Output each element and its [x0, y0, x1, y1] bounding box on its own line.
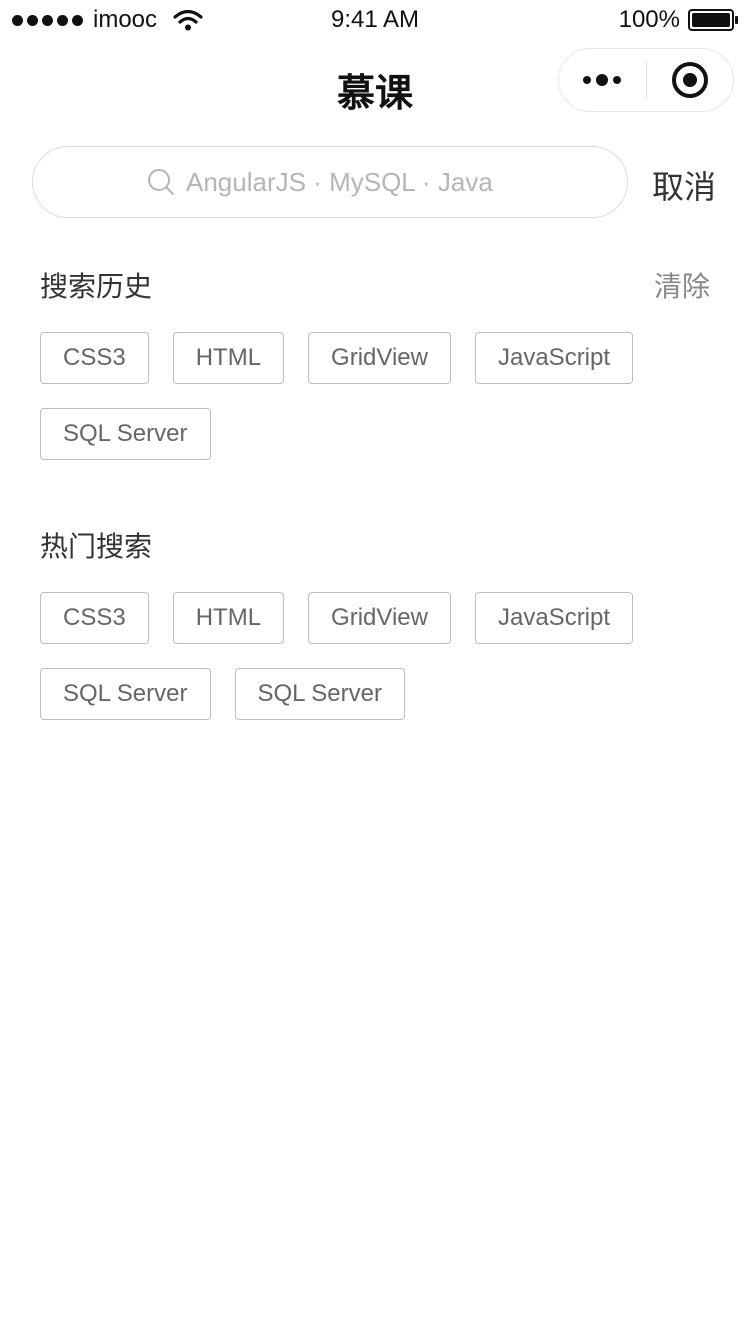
history-tag[interactable]: CSS3 [40, 332, 149, 384]
history-tag[interactable]: HTML [172, 332, 285, 384]
hot-search-tags: CSS3 HTML GridView JavaScript SQL Server… [40, 592, 680, 720]
hot-search-section: 热门搜索 CSS3 HTML GridView JavaScript SQL S… [40, 528, 710, 720]
hot-search-header: 热门搜索 [40, 528, 710, 562]
history-tag[interactable]: GridView [308, 332, 451, 384]
nav-bar: 慕课 [0, 44, 750, 124]
cancel-button[interactable]: 取消 [652, 162, 716, 208]
search-box[interactable] [32, 146, 628, 218]
search-input[interactable] [184, 165, 514, 199]
search-history-tags: CSS3 HTML GridView JavaScript SQL Server [40, 332, 680, 460]
hot-tag[interactable]: CSS3 [40, 592, 149, 644]
status-bar: imooc 9:41 AM 100% [0, 0, 750, 40]
hot-tag[interactable]: GridView [308, 592, 451, 644]
history-tag[interactable]: JavaScript [474, 332, 634, 384]
search-history-title: 搜索历史 [40, 271, 153, 302]
more-dots-icon [583, 76, 592, 84]
search-icon [148, 169, 174, 195]
search-row: 取消 [32, 146, 732, 218]
hot-search-title: 热门搜索 [40, 531, 153, 562]
history-tag[interactable]: SQL Server [40, 408, 211, 460]
close-button[interactable] [647, 49, 734, 111]
search-history-section: 搜索历史 清除 CSS3 HTML GridView JavaScript SQ… [40, 268, 710, 460]
battery-percentage: 100% [618, 6, 680, 33]
hot-tag[interactable]: HTML [172, 592, 285, 644]
hot-tag[interactable]: SQL Server [234, 668, 405, 720]
clear-history-button[interactable]: 清除 [654, 265, 710, 305]
hot-tag[interactable]: SQL Server [40, 668, 211, 720]
more-button[interactable] [559, 49, 646, 111]
battery-icon [688, 9, 738, 31]
search-history-header: 搜索历史 清除 [40, 268, 710, 302]
status-right: 100% [619, 6, 738, 34]
hot-tag[interactable]: JavaScript [474, 592, 634, 644]
mini-program-capsule [558, 48, 734, 112]
target-circle-icon [671, 62, 708, 98]
